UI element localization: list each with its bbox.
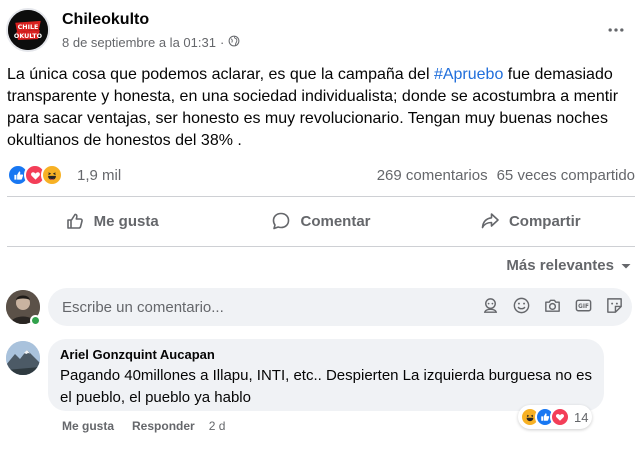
comment-icon: [273, 212, 290, 230]
avatar-sticker-icon[interactable]: [481, 296, 500, 315]
reaction-count[interactable]: 1,9 mil: [77, 167, 121, 184]
post-header: CHILE OKULTO Chileokulto 8 de septiembre…: [6, 6, 638, 56]
svg-text:GIF: GIF: [578, 304, 589, 310]
comment-button[interactable]: Comentar: [216, 198, 425, 244]
post-meta: 8 de septiembre a la 01:31 ·: [62, 35, 240, 50]
comment-sort-dropdown[interactable]: Más relevantes: [506, 257, 632, 274]
commenter-avatar[interactable]: [6, 341, 40, 375]
post-actions: Me gusta Comentar Compartir: [7, 198, 635, 244]
hashtag-link[interactable]: #Apruebo: [434, 66, 503, 83]
comment-reactions[interactable]: 14: [518, 405, 593, 429]
comment-composer: GIF: [48, 288, 632, 326]
divider-top: [7, 196, 635, 197]
comment-count[interactable]: 269 comentarios: [377, 167, 488, 184]
comment-reply-button[interactable]: Responder: [132, 419, 195, 433]
comment-bubble: Ariel Gonzquint Aucapan Pagando 40millon…: [48, 339, 604, 411]
camera-icon[interactable]: [543, 296, 562, 315]
meta-separator: ·: [219, 35, 225, 50]
online-status-indicator: [30, 315, 41, 326]
like-label: Me gusta: [93, 212, 159, 230]
reactions-summary: 1,9 mil 269 comentarios 65 veces compart…: [7, 163, 635, 187]
share-label: Compartir: [508, 212, 581, 230]
emoji-icon[interactable]: [512, 296, 531, 315]
comment-time[interactable]: 2 d: [209, 419, 226, 433]
post-text-start: La única cosa que podemos aclarar, es qu…: [7, 66, 434, 83]
engagement-counts: 269 comentarios 65 veces compartido: [377, 167, 635, 184]
page-logo: CHILE OKULTO: [8, 10, 48, 50]
post-text: La única cosa que podemos aclarar, es qu…: [7, 64, 635, 152]
sort-label: Más relevantes: [506, 257, 614, 274]
gif-icon[interactable]: GIF: [574, 296, 593, 315]
comment-like-button[interactable]: Me gusta: [62, 419, 114, 433]
share-count[interactable]: 65 veces compartido: [497, 167, 635, 184]
share-icon: [481, 213, 499, 229]
thumbs-up-icon: [66, 213, 83, 229]
sticker-icon[interactable]: [605, 296, 624, 315]
haha-icon: [41, 164, 63, 186]
page-name[interactable]: Chileokulto: [62, 11, 149, 29]
reaction-icons[interactable]: [7, 164, 63, 186]
comment-label: Comentar: [300, 212, 371, 230]
share-button[interactable]: Compartir: [426, 198, 635, 244]
post-timestamp[interactable]: 8 de septiembre a la 01:31: [62, 35, 216, 50]
like-button[interactable]: Me gusta: [7, 198, 216, 244]
page-avatar[interactable]: CHILE OKULTO: [6, 8, 50, 52]
love-icon: [550, 407, 570, 427]
composer-icons: GIF: [481, 296, 624, 315]
comment-actions: Me gusta Responder 2 d: [62, 419, 225, 433]
svg-text:OKULTO: OKULTO: [14, 33, 43, 40]
comment-text: Pagando 40millones a Illapu, INTI, etc..…: [60, 367, 592, 406]
comment-input[interactable]: [62, 288, 452, 326]
more-options-icon[interactable]: [604, 18, 628, 42]
svg-text:CHILE: CHILE: [18, 24, 39, 31]
chevron-down-icon: [621, 263, 631, 268]
comment-author[interactable]: Ariel Gonzquint Aucapan: [60, 347, 592, 362]
divider-bottom: [7, 246, 635, 247]
globe-icon[interactable]: [228, 35, 240, 50]
comment-reaction-count: 14: [574, 409, 589, 425]
